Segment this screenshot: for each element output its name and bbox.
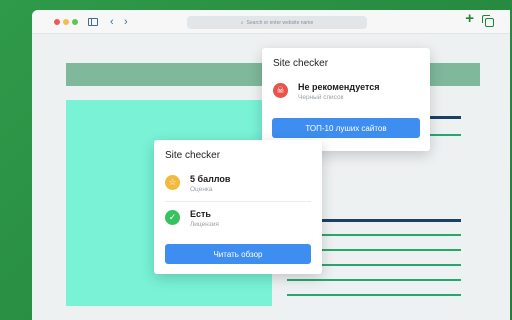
close-window-button[interactable]	[54, 19, 60, 25]
browser-toolbar: ‹ › ⌕ Search or enter website name +	[32, 10, 510, 34]
license-sublabel: Лицензия	[190, 221, 219, 228]
license-label: Есть	[190, 209, 211, 219]
forward-arrow-icon[interactable]: ›	[124, 15, 128, 29]
score-sublabel: Оценка	[190, 186, 213, 193]
sidebar-toggle-icon[interactable]	[88, 18, 98, 26]
top10-sites-button[interactable]: ТОП-10 луших сайтов	[272, 118, 420, 138]
row-divider	[165, 201, 311, 202]
score-label: 5 баллов	[190, 174, 231, 184]
checkmark-icon: ✓	[165, 210, 180, 225]
content-line	[287, 294, 461, 296]
status-label: Не рекомендуется	[298, 82, 380, 92]
star-icon: ☆	[165, 175, 180, 190]
new-tab-plus-icon[interactable]: +	[465, 11, 474, 26]
site-checker-popup-bottom: Site checker ☆ 5 баллов Оценка ✓ Есть Ли…	[154, 140, 322, 274]
site-checker-popup-top: Site checker ☠ Не рекомендуется Черный с…	[262, 48, 430, 151]
popup-title: Site checker	[165, 150, 221, 161]
tabs-overview-icon[interactable]	[482, 15, 494, 27]
skull-icon: ☠	[273, 83, 288, 98]
status-sublabel: Черный список	[298, 94, 344, 101]
address-bar[interactable]: ⌕ Search or enter website name	[187, 16, 367, 29]
back-arrow-icon[interactable]: ‹	[110, 15, 114, 29]
address-placeholder: Search or enter website name	[246, 19, 314, 26]
search-icon: ⌕	[240, 19, 244, 26]
maximize-window-button[interactable]	[72, 19, 78, 25]
popup-title: Site checker	[273, 58, 329, 69]
content-line	[287, 279, 461, 281]
minimize-window-button[interactable]	[63, 19, 69, 25]
read-review-button[interactable]: Читать обзор	[165, 244, 311, 264]
